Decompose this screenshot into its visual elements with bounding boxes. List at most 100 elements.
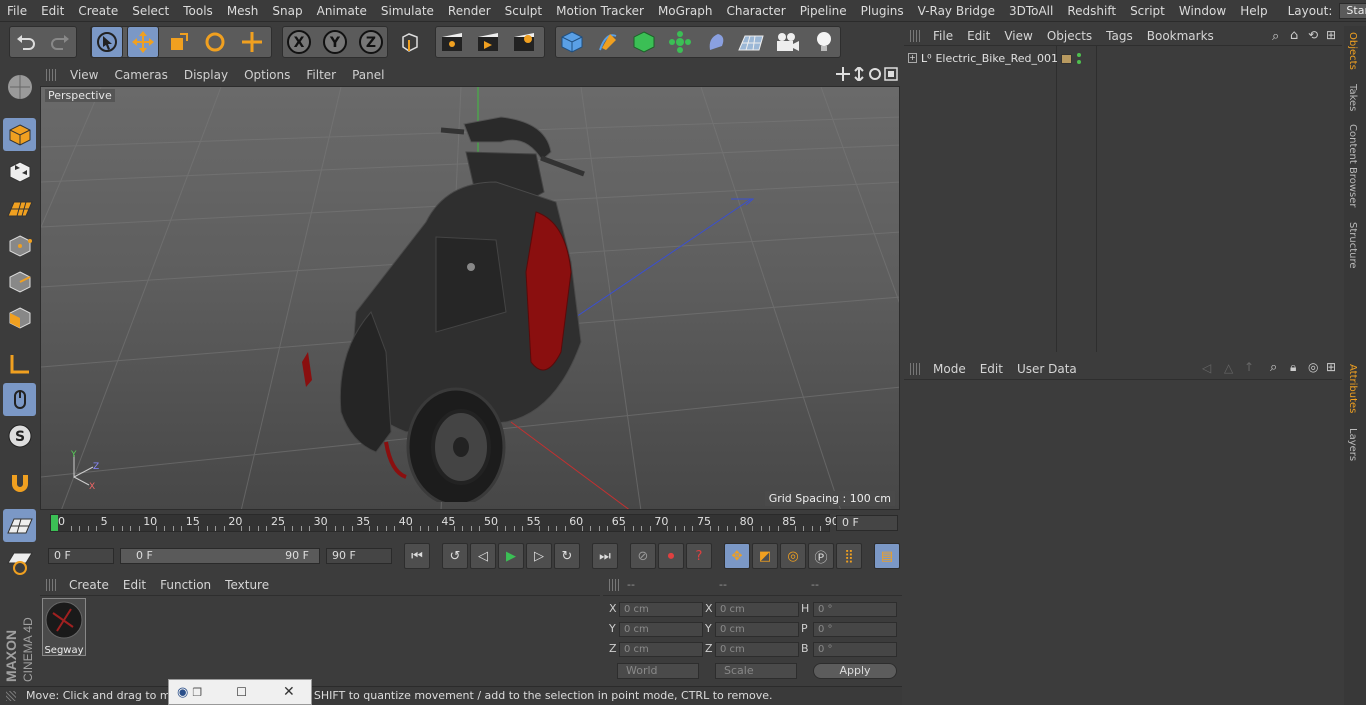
subdivision-icon[interactable] bbox=[628, 26, 660, 58]
menu-snap[interactable]: Snap bbox=[265, 0, 309, 22]
model-mode-icon[interactable] bbox=[3, 118, 36, 151]
target-icon[interactable]: ◎ bbox=[1308, 360, 1318, 374]
planar-workplane-icon[interactable] bbox=[3, 546, 36, 579]
cinema4d-app-icon[interactable]: ◉ bbox=[177, 685, 188, 700]
tab-takes[interactable]: Takes bbox=[1347, 84, 1358, 111]
material-swatch[interactable]: Segway bbox=[42, 598, 86, 656]
material-menu-function[interactable]: Function bbox=[153, 578, 218, 592]
viewport-menu-panel[interactable]: Panel bbox=[344, 68, 392, 82]
apply-button[interactable]: Apply bbox=[813, 663, 897, 679]
cloner-icon[interactable] bbox=[664, 26, 696, 58]
expand-icon[interactable]: + bbox=[908, 53, 917, 63]
start-frame-field[interactable]: 0 F bbox=[48, 548, 114, 564]
perspective-viewport[interactable]: Perspective Y Z X Grid Spacing : 100 cm bbox=[40, 86, 900, 510]
go-to-end-icon[interactable]: ⏭ bbox=[592, 543, 618, 569]
points-mode-icon[interactable] bbox=[3, 229, 36, 262]
deformer-icon[interactable] bbox=[700, 26, 732, 58]
material-menu-texture[interactable]: Texture bbox=[218, 578, 276, 592]
up-arrow-icon[interactable]: ↑ bbox=[1244, 360, 1254, 374]
objects-menu-tags[interactable]: Tags bbox=[1099, 29, 1140, 43]
floor-icon[interactable] bbox=[735, 26, 767, 58]
tab-layers[interactable]: Layers bbox=[1347, 428, 1358, 461]
move-icon[interactable] bbox=[127, 26, 159, 58]
redo-icon[interactable] bbox=[44, 26, 76, 58]
objects-menu-objects[interactable]: Objects bbox=[1040, 29, 1099, 43]
key-position-icon[interactable]: ✥ bbox=[724, 543, 750, 569]
menu-character[interactable]: Character bbox=[719, 0, 792, 22]
menu-tools[interactable]: Tools bbox=[176, 0, 220, 22]
menu-plugins[interactable]: Plugins bbox=[854, 0, 911, 22]
coordinate-system-icon[interactable] bbox=[394, 26, 426, 58]
objects-menu-bookmarks[interactable]: Bookmarks bbox=[1140, 29, 1221, 43]
attributes-menu-user-data[interactable]: User Data bbox=[1010, 362, 1084, 376]
menu-3dtoall[interactable]: 3DToAll bbox=[1002, 0, 1060, 22]
attributes-menu-edit[interactable]: Edit bbox=[973, 362, 1010, 376]
attributes-menu-mode[interactable]: Mode bbox=[926, 362, 973, 376]
scale-icon[interactable] bbox=[163, 26, 195, 58]
key-parameter-icon[interactable]: Ⓟ bbox=[808, 543, 834, 569]
polygons-mode-icon[interactable] bbox=[3, 301, 36, 334]
material-menu-create[interactable]: Create bbox=[62, 578, 116, 592]
auto-keying-icon[interactable]: ⏺ bbox=[658, 543, 684, 569]
menu-create[interactable]: Create bbox=[71, 0, 125, 22]
record-keys-icon[interactable]: ⊘ bbox=[630, 543, 656, 569]
search-icon[interactable]: ⌕ bbox=[1270, 360, 1277, 375]
viewport-menu-options[interactable]: Options bbox=[236, 68, 298, 82]
previous-frame-icon[interactable]: ◁ bbox=[470, 543, 496, 569]
new-window-icon[interactable]: ⊞ bbox=[1326, 28, 1336, 42]
menu-select[interactable]: Select bbox=[125, 0, 176, 22]
panel-grip[interactable] bbox=[609, 578, 619, 591]
tab-objects[interactable]: Objects bbox=[1347, 32, 1358, 70]
home-icon[interactable]: ⌂ bbox=[1290, 28, 1298, 43]
texture-mode-icon[interactable] bbox=[3, 155, 36, 188]
position-y-field[interactable]: 0 cm bbox=[619, 622, 703, 637]
go-to-start-icon[interactable]: ⏮ bbox=[404, 543, 430, 569]
cube-icon[interactable] bbox=[556, 26, 588, 58]
new-window-icon[interactable]: ⊞ bbox=[1326, 360, 1336, 374]
objects-menu-view[interactable]: View bbox=[997, 29, 1039, 43]
menu-redshift[interactable]: Redshift bbox=[1060, 0, 1123, 22]
z-axis-icon[interactable]: Z bbox=[355, 26, 387, 58]
render-picture-viewer-icon[interactable] bbox=[472, 26, 504, 58]
edges-mode-icon[interactable] bbox=[3, 265, 36, 298]
viewport-menu-view[interactable]: View bbox=[62, 68, 106, 82]
forward-arrow-icon[interactable]: △ bbox=[1224, 361, 1233, 375]
menu-render[interactable]: Render bbox=[441, 0, 498, 22]
object-row[interactable]: + L⁰ Electric_Bike_Red_001 bbox=[908, 50, 1058, 66]
rotation-h-field[interactable]: 0 ° bbox=[813, 602, 897, 617]
workplane-lock-icon[interactable] bbox=[3, 509, 36, 542]
viewport-move-icon[interactable] bbox=[836, 67, 850, 84]
previous-key-icon[interactable]: ↺ bbox=[442, 543, 468, 569]
end-frame-field[interactable]: 90 F bbox=[326, 548, 392, 564]
current-frame-field[interactable]: 0 F bbox=[836, 515, 898, 531]
viewport-rotate-icon[interactable] bbox=[868, 67, 882, 84]
menu-pipeline[interactable]: Pipeline bbox=[793, 0, 854, 22]
menu-script[interactable]: Script bbox=[1123, 0, 1172, 22]
size-x-field[interactable]: 0 cm bbox=[715, 602, 799, 617]
world-select[interactable]: World bbox=[617, 663, 699, 679]
back-arrow-icon[interactable]: ◁ bbox=[1202, 361, 1211, 375]
snap-magnet-icon[interactable] bbox=[3, 466, 36, 499]
y-axis-icon[interactable]: Y bbox=[319, 26, 351, 58]
x-axis-icon[interactable]: X bbox=[283, 26, 315, 58]
panel-grip[interactable] bbox=[910, 362, 920, 375]
rotation-b-field[interactable]: 0 ° bbox=[813, 642, 897, 657]
undo-icon[interactable] bbox=[10, 26, 42, 58]
menu-help[interactable]: Help bbox=[1233, 0, 1274, 22]
position-z-field[interactable]: 0 cm bbox=[619, 642, 703, 657]
key-rotation-icon[interactable]: ◎ bbox=[780, 543, 806, 569]
layout-select[interactable]: Startup bbox=[1339, 2, 1366, 19]
maximize-icon[interactable]: ☐ bbox=[236, 685, 247, 699]
panel-grip[interactable] bbox=[910, 29, 920, 42]
menu-animate[interactable]: Animate bbox=[310, 0, 374, 22]
minimized-window[interactable]: ◉ ❐ ☐ ✕ bbox=[168, 679, 312, 705]
position-x-field[interactable]: 0 cm bbox=[619, 602, 703, 617]
restore-icon[interactable]: ❐ bbox=[192, 686, 202, 699]
tab-structure[interactable]: Structure bbox=[1347, 222, 1358, 269]
objects-menu-edit[interactable]: Edit bbox=[960, 29, 997, 43]
rotate-icon[interactable] bbox=[199, 26, 231, 58]
light-icon[interactable] bbox=[808, 26, 840, 58]
scale-select[interactable]: Scale bbox=[715, 663, 797, 679]
menu-mograph[interactable]: MoGraph bbox=[651, 0, 720, 22]
camera-icon[interactable] bbox=[771, 26, 803, 58]
